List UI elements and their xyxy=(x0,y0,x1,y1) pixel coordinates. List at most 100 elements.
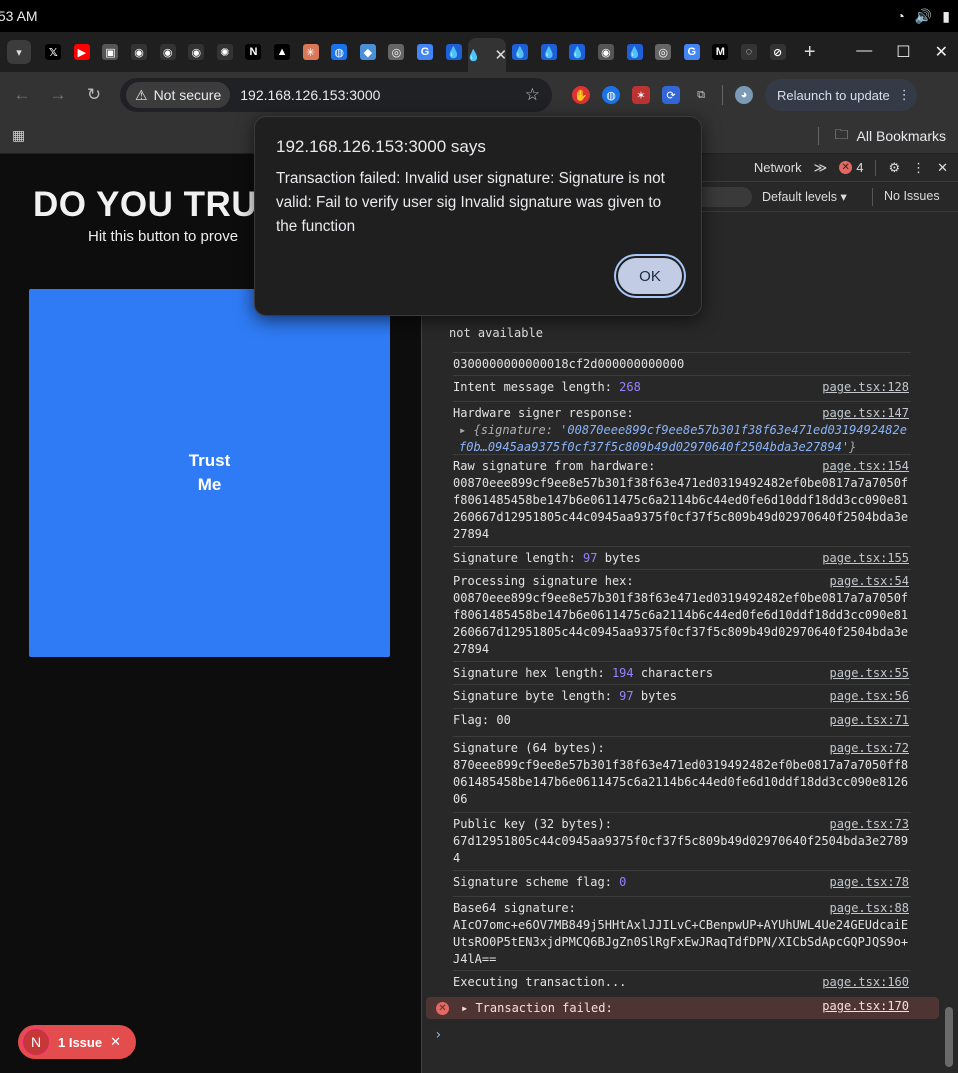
source-link[interactable]: page.tsx:154 xyxy=(822,458,909,475)
source-link[interactable]: page.tsx:56 xyxy=(830,688,909,705)
back-icon[interactable]: ← xyxy=(4,85,40,105)
source-link[interactable]: page.tsx:88 xyxy=(830,900,909,917)
source-link[interactable]: page.tsx:170 xyxy=(822,999,909,1013)
error-icon: ✕ xyxy=(839,161,853,174)
avatar[interactable]: ◕ xyxy=(735,86,753,104)
tab[interactable]: G xyxy=(677,37,706,67)
tab[interactable]: 𝕏 xyxy=(39,37,68,67)
tab[interactable]: ✳ xyxy=(296,37,325,67)
tab[interactable]: 💧 xyxy=(439,37,468,67)
all-bookmarks[interactable]: 🗀 All Bookmarks xyxy=(817,124,946,148)
close-devtools-icon[interactable]: ✕ xyxy=(937,160,948,176)
loading-icon: ◌ xyxy=(740,44,757,60)
close-window-icon[interactable]: ✕ xyxy=(935,42,948,62)
forward-icon[interactable]: → xyxy=(40,85,76,105)
tab[interactable]: 💧 xyxy=(535,37,564,67)
more-tabs-icon[interactable]: ≫ xyxy=(814,160,828,176)
log-entry: Signature byte length: 97 bytes page.tsx:… xyxy=(453,684,911,705)
trust-me-button[interactable]: Trust Me xyxy=(29,289,390,657)
close-icon[interactable]: ✕ xyxy=(110,1034,121,1050)
tab-search-button[interactable]: ▾ xyxy=(7,40,31,64)
ok-button[interactable]: OK xyxy=(616,256,684,296)
drop-icon: 💧 xyxy=(569,44,586,60)
new-tab-button[interactable]: + xyxy=(804,41,816,64)
issues-button[interactable]: No Issues xyxy=(884,189,940,203)
levels-dropdown[interactable]: Default levels ▾ xyxy=(762,189,847,204)
log-object[interactable]: ▸ {signature: '00870eee899cf9ee8e57b301f… xyxy=(453,422,911,456)
minimize-icon[interactable]: — xyxy=(856,42,872,62)
tab-network[interactable]: Network xyxy=(754,160,802,175)
log-entry: Signature hex length: 194 characters page… xyxy=(453,661,911,682)
app-icon: ◆ xyxy=(359,44,376,60)
extension-icon[interactable]: ◍ xyxy=(602,86,620,104)
tab[interactable]: ▶ xyxy=(68,37,97,67)
tab[interactable]: ◉ xyxy=(592,37,621,67)
tab[interactable]: N xyxy=(239,37,268,67)
gear-icon[interactable]: ⚙ xyxy=(888,160,900,176)
tab[interactable]: ◍ xyxy=(325,37,354,67)
tab[interactable]: 💧 xyxy=(563,37,592,67)
kebab-menu-icon[interactable]: ⋮ xyxy=(898,87,911,103)
tab[interactable]: G xyxy=(411,37,440,67)
relaunch-label: Relaunch to update xyxy=(777,87,890,103)
extension-icon[interactable]: ✋ xyxy=(572,86,590,104)
extension-icon[interactable]: ⟳ xyxy=(662,86,680,104)
wifi-icon[interactable]: ◔ xyxy=(896,8,904,24)
source-link[interactable]: page.tsx:73 xyxy=(830,816,909,833)
maximize-icon[interactable]: ☐ xyxy=(896,42,910,62)
scrollbar-thumb[interactable] xyxy=(945,1007,953,1067)
tab[interactable]: 💧 xyxy=(620,37,649,67)
log-entry: 0300000000000018cf2d000000000000 xyxy=(453,352,911,373)
tab[interactable]: ◆ xyxy=(354,37,383,67)
dialog-message: Transaction failed: Invalid user signatu… xyxy=(276,170,665,235)
folder-icon: 🗀 xyxy=(834,125,849,142)
source-link[interactable]: page.tsx:78 xyxy=(830,874,909,891)
source-link[interactable]: page.tsx:55 xyxy=(830,665,909,682)
security-chip[interactable]: ⚠ Not secure xyxy=(126,82,231,108)
relaunch-button[interactable]: Relaunch to update ⋮ xyxy=(765,79,917,111)
tab[interactable]: ▣ xyxy=(96,37,125,67)
source-link[interactable]: page.tsx:54 xyxy=(830,573,909,590)
active-tab[interactable]: 💧 ✕ xyxy=(467,38,507,72)
error-text[interactable]: ▸ Transaction failed: xyxy=(461,1001,613,1015)
tab[interactable]: ◎ xyxy=(382,37,411,67)
google-icon: G xyxy=(683,44,700,60)
tab[interactable]: ✺ xyxy=(211,37,240,67)
console-prompt[interactable]: › xyxy=(434,1027,442,1043)
source-link[interactable]: page.tsx:160 xyxy=(822,974,909,991)
bookmark-star-icon[interactable]: ☆ xyxy=(525,85,540,105)
battery-icon[interactable]: ▮ xyxy=(942,8,950,25)
tab[interactable]: M xyxy=(706,37,735,67)
tab[interactable]: ◉ xyxy=(125,37,154,67)
extension-icon[interactable]: ✶ xyxy=(632,86,650,104)
tab[interactable]: ▲ xyxy=(268,37,297,67)
source-link[interactable]: page.tsx:72 xyxy=(830,740,909,757)
tab[interactable]: ◉ xyxy=(153,37,182,67)
source-link[interactable]: page.tsx:155 xyxy=(822,550,909,567)
tab-strip: ▾ 𝕏 ▶ ▣ ◉ ◉ ◉ ✺ N ▲ ✳ ◍ ◆ ◎ G 💧 💧 ✕ 💧 💧 💧 ◉ 💧 ◎ G M ◌ ⊘ + — ☐ ✕ xyxy=(0,32,958,72)
puzzle-icon[interactable]: ⧉ xyxy=(692,86,710,104)
chevron-down-icon: ▾ xyxy=(16,46,22,59)
tab[interactable]: ◌ xyxy=(735,37,764,67)
apps-grid-icon[interactable]: ▦ xyxy=(12,127,25,144)
source-link[interactable]: page.tsx:71 xyxy=(830,712,909,729)
warning-icon: ⚠ xyxy=(135,86,148,103)
volume-icon[interactable]: 🔊 xyxy=(915,8,932,25)
address-bar[interactable]: ⚠ Not secure 192.168.126.153:3000 ☆ xyxy=(120,78,552,112)
error-counter[interactable]: ✕ 4 xyxy=(839,160,863,175)
nextjs-issue-badge[interactable]: N 1 Issue ✕ xyxy=(18,1025,136,1059)
tab[interactable]: ◉ xyxy=(182,37,211,67)
chevron-down-icon: ▾ xyxy=(840,190,847,204)
source-link[interactable]: page.tsx:147 xyxy=(822,405,909,422)
tab[interactable]: 💧 xyxy=(506,37,535,67)
expand-icon[interactable]: ▸ { xyxy=(459,423,481,437)
trust-label-line2: Me xyxy=(197,475,222,494)
drop-icon: 💧 xyxy=(540,44,557,60)
divider xyxy=(872,188,873,206)
source-link[interactable]: page.tsx:128 xyxy=(822,379,909,396)
tab[interactable]: ⊘ xyxy=(763,37,792,67)
reload-icon[interactable]: ↻ xyxy=(76,85,112,105)
url-text[interactable]: 192.168.126.153:3000 xyxy=(240,87,380,103)
tab[interactable]: ◎ xyxy=(649,37,678,67)
kebab-menu-icon[interactable]: ⋮ xyxy=(912,160,925,176)
